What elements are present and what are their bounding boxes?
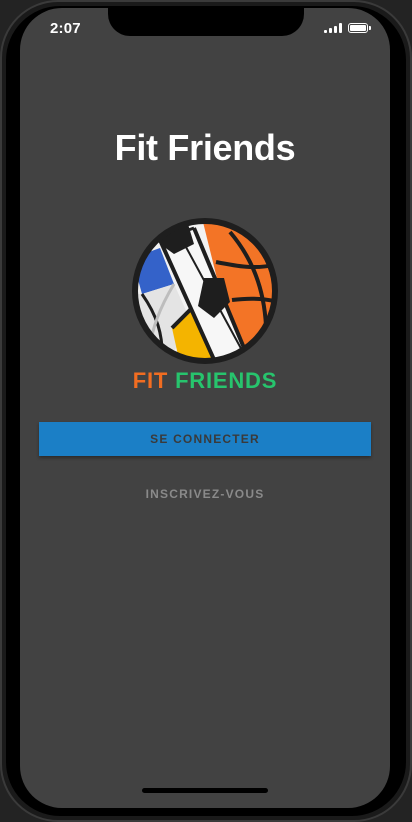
brand-word-fit: FIT [132,368,169,393]
login-button[interactable]: SE CONNECTER [39,422,371,456]
status-time: 2:07 [50,20,81,37]
brand-wordmark: FIT FRIENDS [20,368,390,394]
page-title: Fit Friends [114,127,296,168]
cellular-signal-icon [324,23,342,33]
brand-word-friends: FRIENDS [175,368,278,393]
device-notch [108,8,304,36]
sports-ball-logo [132,218,278,364]
home-indicator[interactable] [142,788,268,793]
signup-link[interactable]: INSCRIVEZ-VOUS [20,487,390,501]
battery-icon [348,23,371,33]
status-icons [324,23,371,33]
app-screen: 2:07 Fit Friends FIT FRIENDS SE CONNECTE… [20,8,390,808]
